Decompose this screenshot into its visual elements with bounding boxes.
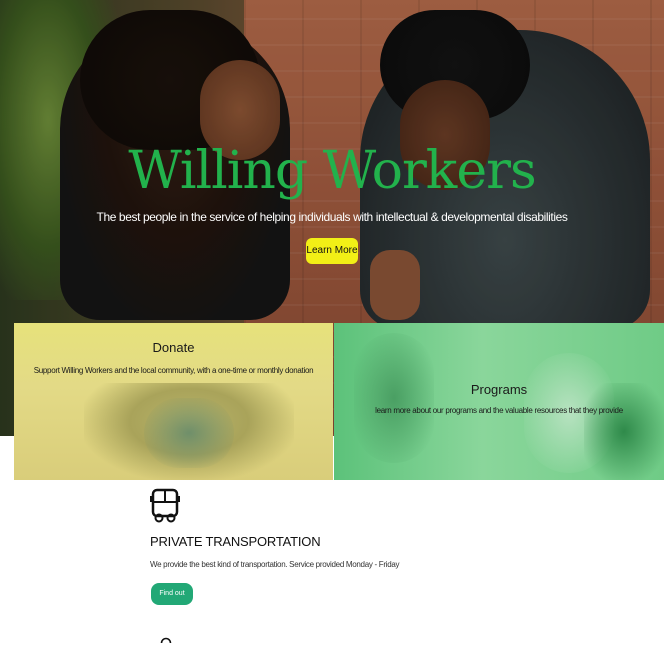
hero-title: Willing Workers: [128, 141, 536, 201]
learn-more-button[interactable]: Learn More: [306, 238, 358, 264]
service-title: PRIVATE TRANSPORTATION: [150, 534, 321, 549]
donate-card-photo-detail: [144, 398, 234, 468]
page: Willing Workers The best people in the s…: [0, 0, 664, 656]
circle-icon: [160, 637, 172, 644]
programs-card-photo-detail: [584, 383, 664, 480]
donate-card[interactable]: Donate Support Willing Workers and the l…: [14, 323, 333, 480]
programs-card-text: learn more about our programs and the va…: [375, 406, 623, 415]
programs-card-title: Programs: [470, 382, 528, 397]
bus-icon: [150, 488, 180, 523]
programs-card[interactable]: Programs learn more about our programs a…: [334, 323, 664, 480]
hero-subtitle: The best people in the service of helpin…: [96, 210, 568, 224]
service-text: We provide the best kind of transportati…: [150, 560, 400, 569]
donate-card-title: Donate: [152, 340, 195, 355]
find-out-more-button[interactable]: Find out more: [151, 583, 193, 619]
donate-card-text: Support Willing Workers and the local co…: [33, 366, 314, 375]
programs-card-photo: [354, 333, 434, 463]
